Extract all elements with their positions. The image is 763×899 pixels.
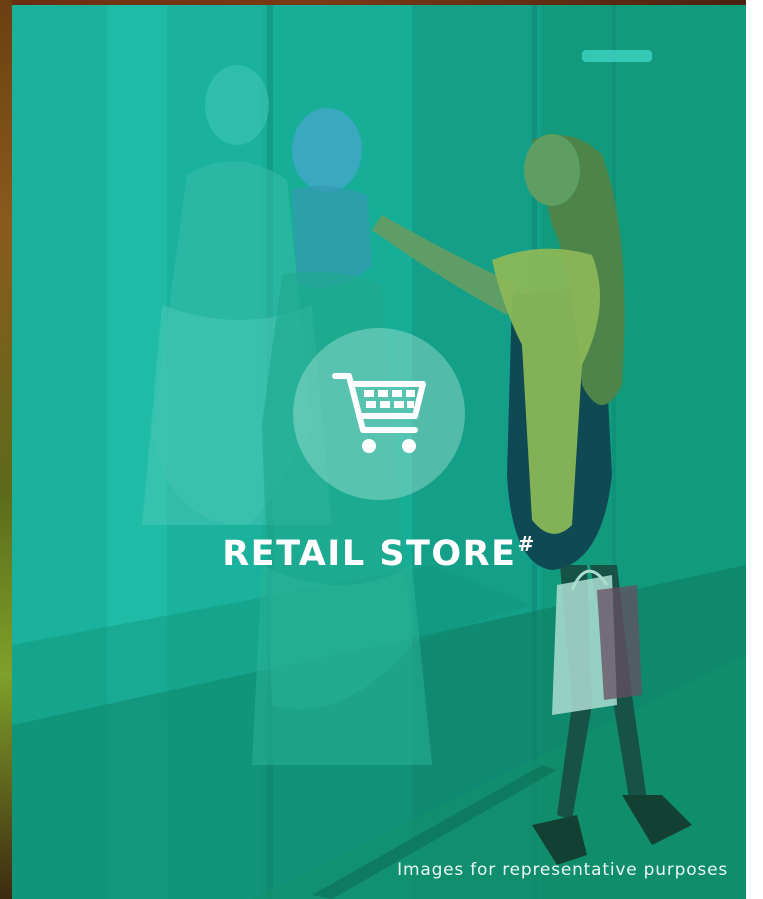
page-margin: [746, 0, 763, 899]
banner-title-text: RETAIL STORE: [222, 534, 517, 574]
image-disclaimer: Images for representative purposes: [397, 860, 728, 880]
retail-store-banner: RETAIL STORE# Images for representative …: [0, 0, 763, 899]
banner-title: RETAIL STORE#: [12, 532, 746, 574]
shopping-cart-icon-badge: [293, 328, 465, 500]
banner-title-marker: #: [517, 532, 536, 556]
adjacent-photo-edge-left: [0, 0, 12, 899]
shopping-cart-icon: [332, 373, 426, 453]
hero-photo: RETAIL STORE# Images for representative …: [12, 5, 746, 899]
